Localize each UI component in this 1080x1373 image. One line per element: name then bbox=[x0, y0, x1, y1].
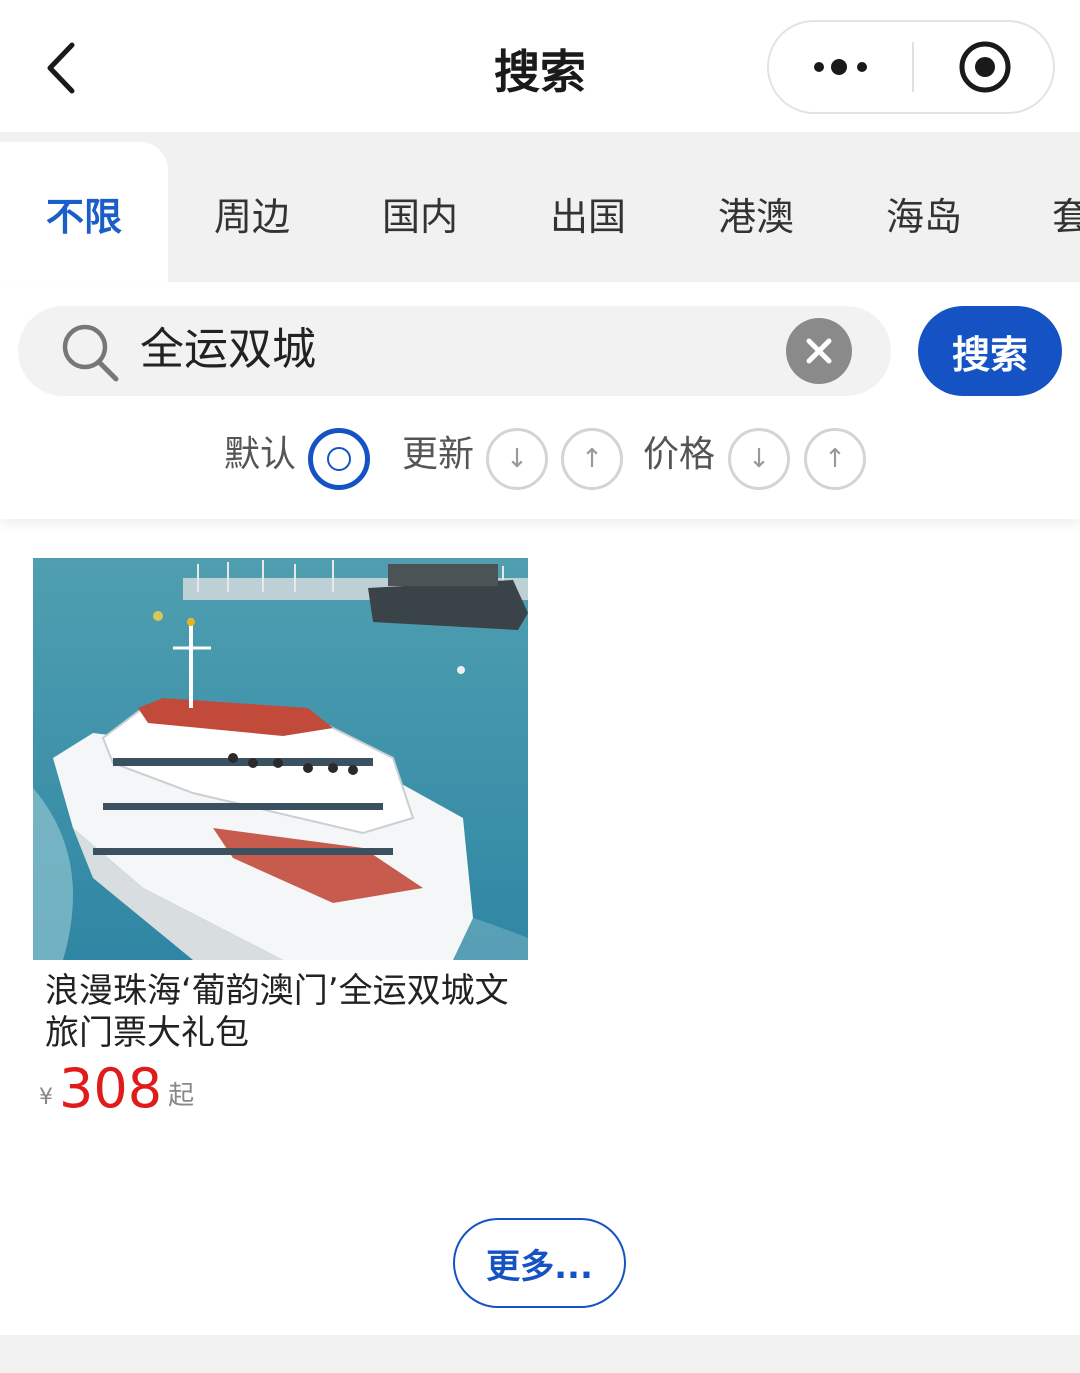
arrow-up-icon: ↑ bbox=[581, 444, 603, 474]
search-button[interactable]: 搜索 bbox=[918, 306, 1062, 396]
search-filter-panel: 全运双城 搜索 默认 更新 ↓ ↑ 价格 ↓ ↑ bbox=[0, 282, 1080, 519]
product-title: 浪漫珠海‘葡韵澳门’全运双城文旅门票大礼包 bbox=[45, 971, 509, 1053]
tab-island[interactable]: 海岛 bbox=[840, 142, 1008, 282]
product-price: 308 bbox=[59, 1057, 163, 1120]
target-circle-icon bbox=[959, 41, 1010, 93]
more-dots-icon bbox=[813, 59, 867, 75]
sort-price-label: 价格 bbox=[643, 434, 716, 475]
sort-updated-desc-button[interactable]: ↓ bbox=[486, 428, 548, 490]
product-image bbox=[33, 558, 528, 960]
sort-price-asc-button[interactable]: ↑ bbox=[804, 428, 866, 490]
close-mini-program-button[interactable] bbox=[914, 22, 1055, 112]
price-row: ¥ 308 起 bbox=[33, 1062, 528, 1116]
more-options-button[interactable] bbox=[769, 22, 912, 112]
sort-updated-asc-button[interactable]: ↑ bbox=[561, 428, 623, 490]
close-icon bbox=[806, 338, 832, 364]
search-icon bbox=[62, 324, 119, 382]
mini-program-capsule bbox=[767, 20, 1055, 114]
arrow-down-icon: ↓ bbox=[506, 444, 528, 474]
tab-domestic[interactable]: 国内 bbox=[336, 142, 504, 282]
arrow-down-icon: ↓ bbox=[748, 444, 770, 474]
sort-default-label: 默认 bbox=[224, 434, 297, 475]
tab-nearby[interactable]: 周边 bbox=[168, 142, 336, 282]
clear-search-button[interactable] bbox=[786, 318, 852, 384]
sort-price-desc-button[interactable]: ↓ bbox=[728, 428, 790, 490]
currency-symbol: ¥ bbox=[39, 1085, 53, 1110]
tab-unlimited[interactable]: 不限 bbox=[0, 142, 168, 282]
load-more-button[interactable]: 更多... bbox=[453, 1218, 626, 1308]
sort-default-radio[interactable] bbox=[308, 428, 370, 490]
tab-hk-macau[interactable]: 港澳 bbox=[672, 142, 840, 282]
back-button[interactable] bbox=[36, 38, 86, 98]
search-query-text: 全运双城 bbox=[140, 324, 316, 375]
sort-updated-label: 更新 bbox=[402, 434, 475, 475]
chevron-left-icon bbox=[47, 42, 75, 94]
category-tab-bar: 不限 周边 国内 出国 港澳 海岛 套 bbox=[0, 132, 1080, 282]
product-card[interactable]: 浪漫珠海‘葡韵澳门’全运双城文旅门票大礼包 ¥ 308 起 bbox=[33, 558, 528, 1116]
arrow-up-icon: ↑ bbox=[824, 444, 846, 474]
tab-outbound[interactable]: 出国 bbox=[504, 142, 672, 282]
tab-package[interactable]: 套 bbox=[1008, 142, 1080, 282]
search-input[interactable]: 全运双城 bbox=[18, 306, 891, 396]
bottom-divider bbox=[0, 1335, 1080, 1373]
price-suffix: 起 bbox=[168, 1081, 195, 1111]
top-navigation-bar: 搜索 bbox=[0, 0, 1080, 132]
selected-indicator-icon bbox=[327, 447, 351, 471]
